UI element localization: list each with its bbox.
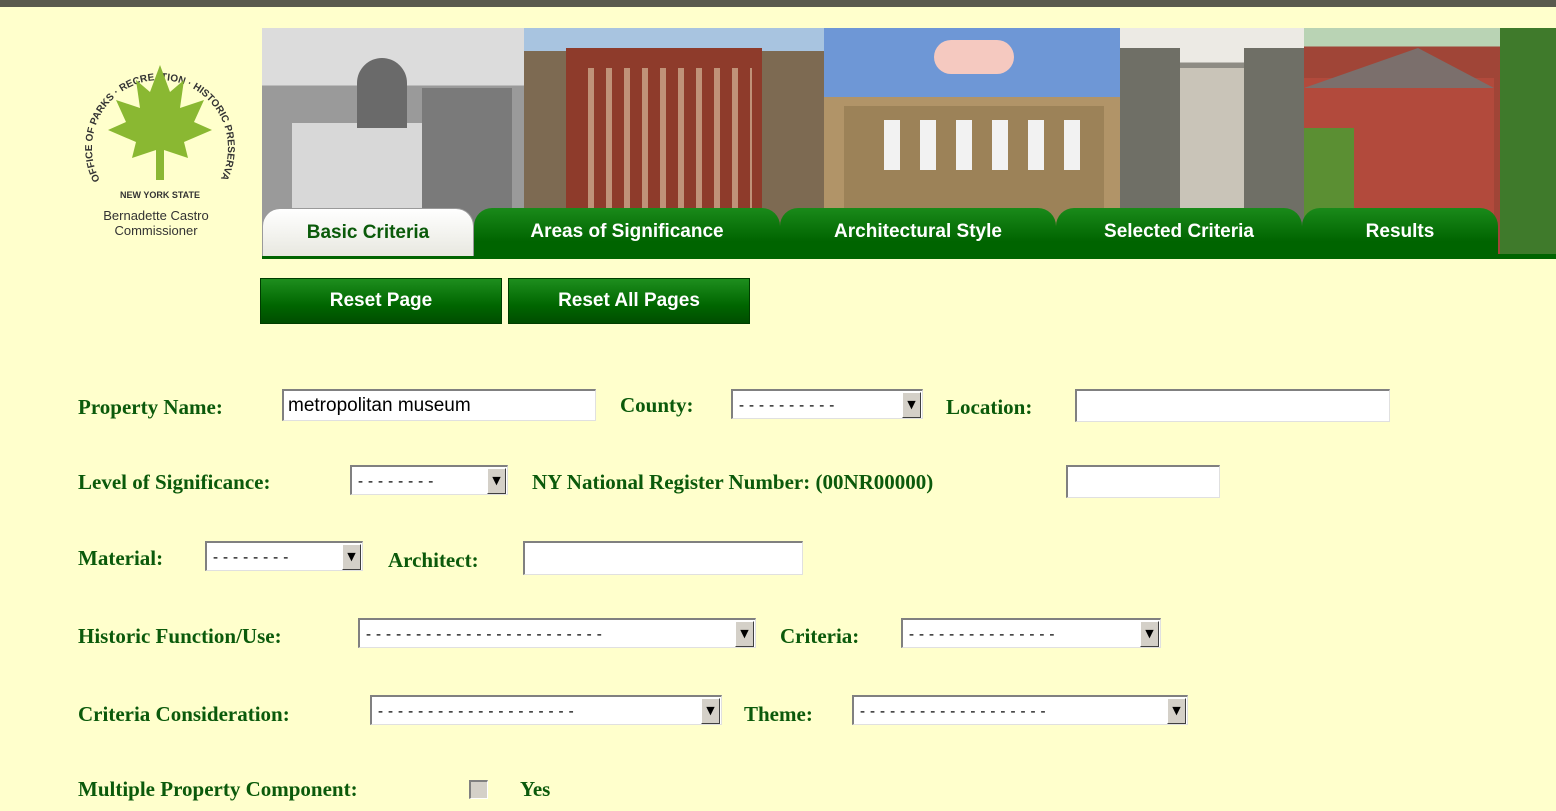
historic-function-select-value: ------------------------ <box>364 625 605 643</box>
nys-parks-logo: OFFICE OF PARKS · RECREATION · HISTORIC … <box>72 30 244 238</box>
dropdown-arrow-icon[interactable]: ▼ <box>1167 698 1186 724</box>
tab-selected-criteria[interactable]: Selected Criteria <box>1056 208 1302 256</box>
county-label: County: <box>620 393 694 417</box>
material-select-value: -------- <box>211 548 292 566</box>
theme-select-value: ------------------- <box>858 702 1049 720</box>
architect-label: Architect: <box>388 548 479 572</box>
criteria-consideration-label: Criteria Consideration: <box>78 702 290 726</box>
multiple-property-checkbox[interactable] <box>469 780 488 799</box>
criteria-select-value: --------------- <box>907 625 1058 643</box>
tab-basic-criteria[interactable]: Basic Criteria <box>262 208 474 256</box>
commissioner-title: Commissioner <box>114 223 198 238</box>
multiple-property-option-label: Yes <box>520 777 551 801</box>
multiple-property-label: Multiple Property Component: <box>78 777 358 801</box>
commissioner-name: Bernadette Castro <box>103 208 209 223</box>
tab-areas-of-significance[interactable]: Areas of Significance <box>474 208 780 256</box>
historic-function-label: Historic Function/Use: <box>78 624 282 648</box>
tab-architectural-style[interactable]: Architectural Style <box>780 208 1056 256</box>
theme-select[interactable]: ------------------- ▼ <box>852 695 1188 725</box>
dropdown-arrow-icon[interactable]: ▼ <box>701 698 720 724</box>
theme-label: Theme: <box>744 702 813 726</box>
reset-all-pages-button[interactable]: Reset All Pages <box>508 278 750 324</box>
architect-input[interactable] <box>523 541 803 575</box>
property-name-input[interactable]: metropolitan museum <box>282 389 596 421</box>
criteria-consideration-select[interactable]: -------------------- ▼ <box>370 695 722 725</box>
dropdown-arrow-icon[interactable]: ▼ <box>342 544 361 570</box>
tab-results[interactable]: Results <box>1302 208 1498 256</box>
criteria-label: Criteria: <box>780 624 860 648</box>
property-name-label: Property Name: <box>78 395 223 419</box>
historic-function-select[interactable]: ------------------------ ▼ <box>358 618 756 648</box>
criteria-consideration-select-value: -------------------- <box>376 702 577 720</box>
criteria-select[interactable]: --------------- ▼ <box>901 618 1161 648</box>
dropdown-arrow-icon[interactable]: ▼ <box>735 621 754 647</box>
level-of-significance-select[interactable]: -------- ▼ <box>350 465 508 495</box>
logo-state-text: NEW YORK STATE <box>120 190 200 200</box>
top-border <box>0 0 1556 7</box>
county-select-value: ---------- <box>737 396 838 414</box>
level-of-significance-label: Level of Significance: <box>78 470 271 494</box>
nr-number-label: NY National Register Number: (00NR00000) <box>532 470 934 494</box>
material-label: Material: <box>78 546 164 570</box>
location-input[interactable] <box>1075 389 1390 422</box>
county-select[interactable]: ---------- ▼ <box>731 389 923 419</box>
nr-number-input[interactable] <box>1066 465 1220 498</box>
location-label: Location: <box>946 395 1033 419</box>
level-select-value: -------- <box>356 472 437 490</box>
dropdown-arrow-icon[interactable]: ▼ <box>1140 621 1159 647</box>
reset-page-button[interactable]: Reset Page <box>260 278 502 324</box>
maple-leaf-seal-icon: OFFICE OF PARKS · RECREATION · HISTORIC … <box>80 30 236 200</box>
dropdown-arrow-icon[interactable]: ▼ <box>902 392 921 418</box>
material-select[interactable]: -------- ▼ <box>205 541 363 571</box>
dropdown-arrow-icon[interactable]: ▼ <box>487 468 506 494</box>
